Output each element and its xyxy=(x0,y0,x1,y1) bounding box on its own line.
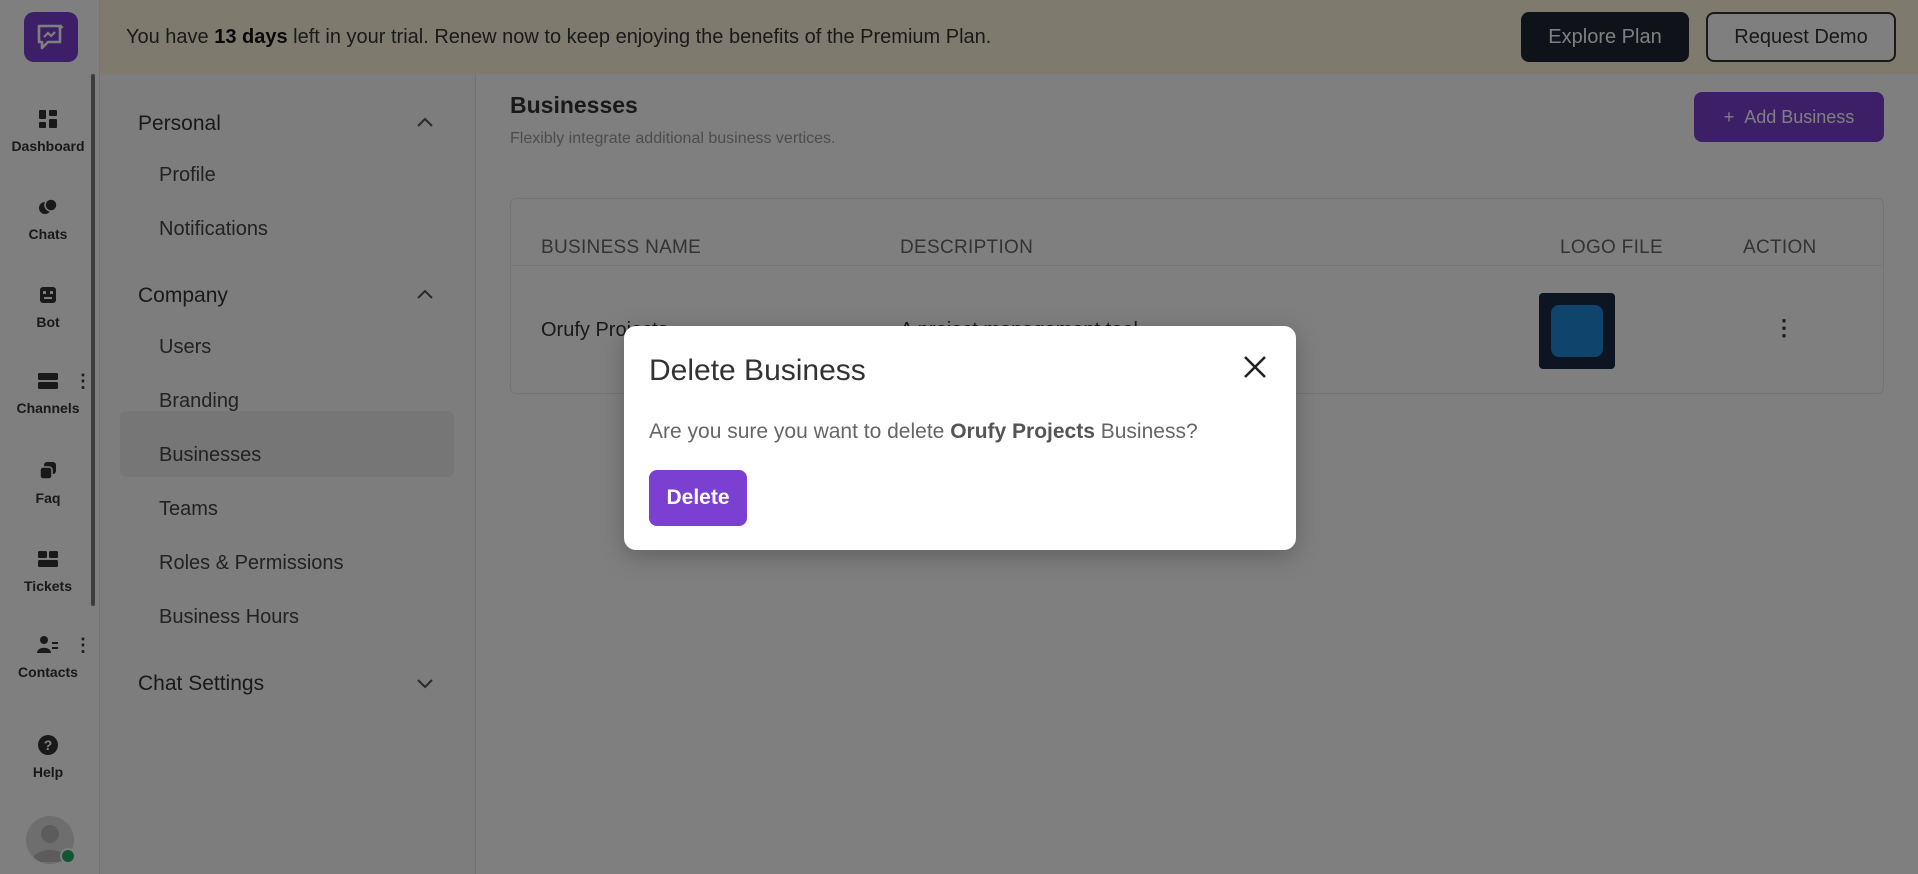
delete-button[interactable]: Delete xyxy=(649,470,747,526)
dialog-title: Delete Business xyxy=(649,354,866,387)
dialog-business-name: Orufy Projects xyxy=(950,420,1095,443)
close-icon[interactable] xyxy=(1238,350,1272,384)
delete-business-dialog: Delete Business Are you sure you want to… xyxy=(624,326,1296,550)
dialog-message: Are you sure you want to delete Orufy Pr… xyxy=(649,420,1198,443)
